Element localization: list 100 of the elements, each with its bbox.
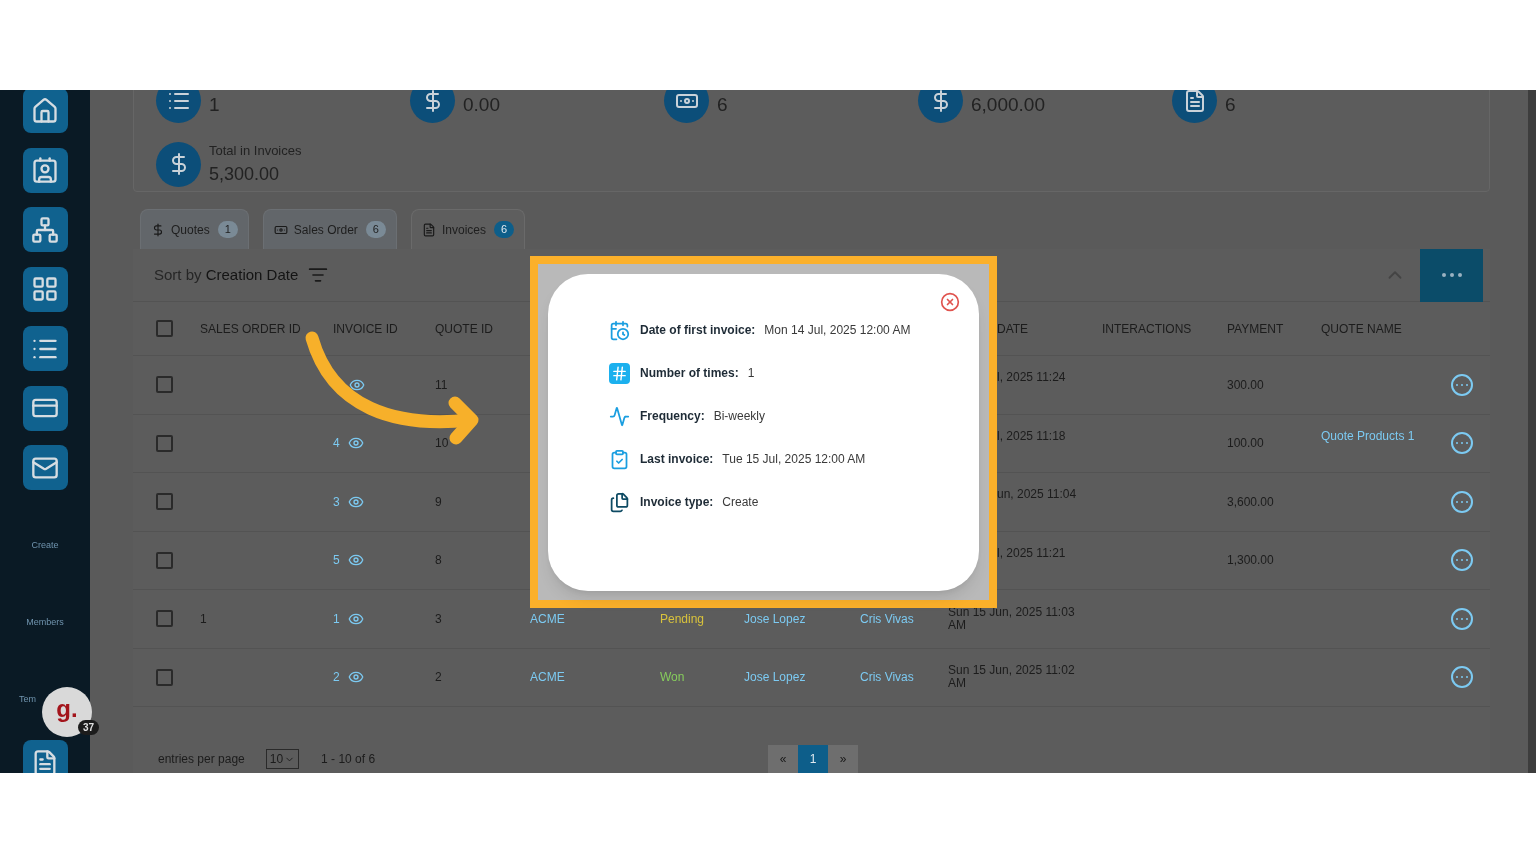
table-cell: 100.00 <box>1227 436 1264 451</box>
field-value: Mon 14 Jul, 2025 12:00 AM <box>764 322 911 339</box>
field-label: Last invoice: <box>640 451 714 468</box>
range-label: 1 - 10 of 6 <box>321 751 376 768</box>
sidebar-label[interactable]: Tem <box>19 692 36 707</box>
sidebar-button[interactable] <box>22 207 68 252</box>
sidebar-button[interactable] <box>22 326 68 371</box>
checkbox[interactable] <box>156 320 173 337</box>
contact-link[interactable]: Jose Lopez <box>744 611 806 626</box>
quote-link[interactable]: Quote Products 1 <box>1321 429 1421 443</box>
sidebar-button[interactable] <box>22 445 68 490</box>
invoice-link[interactable]: 3 <box>333 492 340 511</box>
sidebar-button[interactable] <box>22 740 68 773</box>
table-cell: 3 <box>435 611 442 626</box>
sidebar-button[interactable] <box>22 147 68 193</box>
field-value: 1 <box>747 365 755 382</box>
company-link[interactable]: ACME <box>530 611 565 626</box>
table-cell: 2 <box>435 670 442 685</box>
field-value: Create <box>722 494 759 511</box>
count-badge: 1 <box>217 221 238 238</box>
stat-value: 0.00 <box>463 93 500 118</box>
status-text: Pending <box>660 611 705 626</box>
column-header: INVOICE ID <box>333 320 399 338</box>
home-icon <box>31 96 59 125</box>
hash-icon <box>609 362 630 384</box>
sidebar-button[interactable] <box>22 385 68 431</box>
table-cell: 9 <box>435 494 442 509</box>
table-cell-text: un, 2025 11:04 <box>997 488 1078 501</box>
sidebar-button[interactable] <box>22 90 68 133</box>
page-size-select[interactable]: 10 <box>265 749 300 769</box>
table-cell-text: l, 2025 11:18 <box>997 429 1067 443</box>
checkbox[interactable] <box>156 551 173 569</box>
column-header: QUOTE ID <box>435 320 494 338</box>
tab[interactable]: Quotes 1 <box>140 209 249 249</box>
column-header: QUOTE NAME <box>1321 320 1403 338</box>
column-header: INTERACTIONS <box>1102 320 1193 338</box>
clipboard-check-icon <box>609 448 630 470</box>
sidebar-button[interactable] <box>22 266 68 312</box>
table-cell: 1 <box>200 611 207 626</box>
pulse-icon <box>609 405 630 427</box>
column-header: PAYMENT <box>1227 320 1285 338</box>
checkbox[interactable] <box>156 434 173 452</box>
column-header: SALES ORDER ID <box>200 320 302 338</box>
company-link[interactable]: ACME <box>530 670 565 685</box>
stat-value: 1 <box>209 93 220 118</box>
checkbox[interactable] <box>156 610 173 628</box>
invoice-link[interactable]: 2 <box>333 668 340 687</box>
dollar-icon <box>151 222 165 237</box>
field-label: Invoice type: <box>640 494 714 511</box>
page-button[interactable]: 1 <box>798 745 829 773</box>
more-options-icon[interactable] <box>1450 606 1474 631</box>
filter-icon[interactable] <box>308 265 329 285</box>
checkbox[interactable] <box>156 493 173 511</box>
hierarchy-icon <box>31 215 59 244</box>
field-value: Tue 15 Jul, 2025 12:00 AM <box>722 451 866 468</box>
more-options-icon[interactable] <box>1450 431 1474 456</box>
contact-link[interactable]: Jose Lopez <box>744 670 806 685</box>
table-cell: 10 <box>435 436 449 451</box>
page-button[interactable]: » <box>828 745 859 773</box>
invoice-link[interactable]: 4 <box>333 434 340 453</box>
table-cell: 300.00 <box>1227 377 1264 392</box>
sidebar-label[interactable]: Create <box>31 538 59 553</box>
table-cell-text: l, 2025 11:21 <box>997 546 1067 560</box>
owner-link[interactable]: Cris Vivas <box>860 611 914 626</box>
close-icon[interactable] <box>940 292 960 312</box>
more-options-icon[interactable] <box>1450 489 1474 514</box>
table-cell: 11 <box>435 377 448 392</box>
contact-book-icon <box>31 156 59 184</box>
checkbox[interactable] <box>156 668 173 686</box>
tab[interactable]: Sales Order 6 <box>262 209 397 249</box>
scrollbar[interactable] <box>1528 90 1536 773</box>
invoice-link[interactable]: 1 <box>333 609 340 628</box>
field-value: Bi-weekly <box>713 408 766 425</box>
stat-value: 6 <box>1225 93 1236 118</box>
owner-link[interactable]: Cris Vivas <box>860 670 914 685</box>
stat-value: 6 <box>717 93 728 118</box>
table-cell: 8 <box>435 553 442 568</box>
field-label: Frequency: <box>640 408 705 425</box>
table-cell: 3,600.00 <box>1227 494 1274 509</box>
tab[interactable]: Invoices 6 <box>411 209 526 249</box>
table-cell-text: Sun 15 Jun, 2025 11:02 AM <box>948 664 1076 691</box>
stat-value: 5,300.00 <box>209 162 281 186</box>
count-badge: 6 <box>365 221 386 238</box>
checkbox[interactable] <box>156 376 173 394</box>
more-options-icon[interactable] <box>1450 665 1474 690</box>
grid-icon <box>31 275 59 303</box>
field-label: Number of times: <box>640 365 739 382</box>
sidebar-label[interactable]: Members <box>26 615 64 630</box>
stat-label: Total in Invoices <box>209 142 302 160</box>
document-icon <box>422 222 436 237</box>
table-cell: 1,300.00 <box>1227 553 1274 568</box>
ellipsis-icon <box>1441 273 1462 277</box>
calendar-clock-icon <box>609 319 630 341</box>
entries-label: entries per page <box>158 751 245 768</box>
stat-value: 6,000.00 <box>971 93 1045 118</box>
page-button[interactable]: « <box>768 745 799 773</box>
more-options-icon[interactable] <box>1450 372 1474 397</box>
invoice-link[interactable]: 5 <box>333 551 340 570</box>
status-text: Won <box>660 670 685 685</box>
more-options-icon[interactable] <box>1450 548 1474 573</box>
